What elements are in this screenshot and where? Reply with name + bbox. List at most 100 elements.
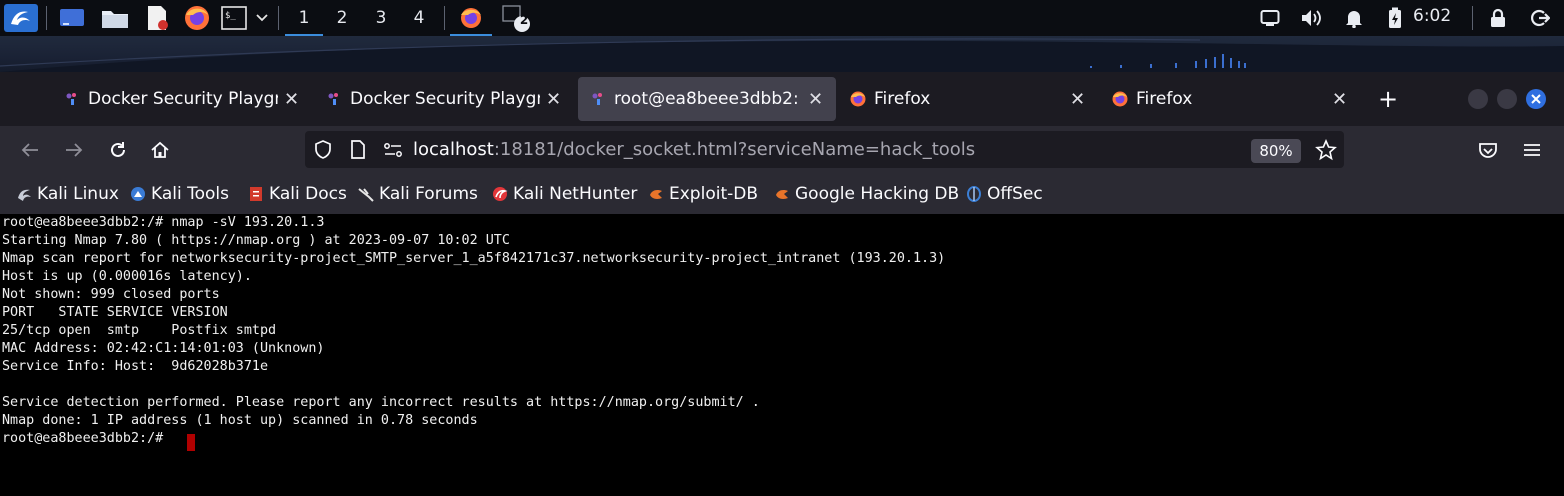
tab-docker-security-playground-2[interactable]: Docker Security Playground ✕ [320, 77, 572, 121]
bookmark-exploit-db[interactable]: Exploit-DB [648, 183, 758, 205]
close-tab-icon[interactable]: ✕ [1070, 89, 1085, 110]
workspace-1[interactable]: 1 [285, 0, 323, 36]
workspace-label: 2 [336, 8, 348, 28]
tracking-shield-icon[interactable] [314, 140, 332, 160]
panel-clock[interactable]: 6:02 [1413, 6, 1451, 26]
pocket-icon [1479, 143, 1497, 158]
bookmark-label: Kali Tools [151, 184, 229, 204]
kali-forums-icon [358, 188, 374, 202]
bookmark-label: Kali Linux [37, 184, 119, 204]
workspace-label: 3 [375, 8, 387, 28]
permissions-icon[interactable] [383, 142, 403, 158]
close-tab-icon[interactable]: ✕ [546, 89, 561, 110]
tab-label: Docker Security Playground [350, 89, 540, 109]
terminal-line: Service detection performed. Please repo… [2, 395, 760, 410]
panel-separator [1472, 6, 1473, 30]
offsec-icon [967, 186, 981, 202]
docker-icon [66, 93, 76, 105]
workspace-2[interactable]: 2 [323, 0, 361, 36]
zoom-level-button[interactable]: 80% [1251, 139, 1301, 163]
maximize-button[interactable] [1497, 89, 1517, 109]
notification-bell-icon[interactable] [1342, 4, 1366, 32]
tab-firefox-2[interactable]: Firefox ✕ [1104, 77, 1356, 121]
terminal-line: Nmap done: 1 IP address (1 host up) scan… [2, 413, 478, 428]
close-tab-icon[interactable]: ✕ [1332, 89, 1347, 110]
url-path: :18181/docker_socket.html?serviceName=ha… [493, 139, 976, 160]
terminal-line: root@ea8beee3dbb2:/# nmap -sV 193.20.1.3 [2, 215, 325, 230]
top-panel: $_ 1 2 3 4 2 6:02 [0, 0, 1564, 36]
bookmark-label: Google Hacking DB [795, 184, 960, 204]
reload-icon [111, 142, 125, 157]
firefox-icon [850, 91, 866, 107]
plus-icon: + [1377, 85, 1399, 113]
bookmark-label: Kali NetHunter [513, 184, 638, 204]
workspace-4[interactable]: 4 [400, 0, 438, 36]
file-manager-icon[interactable] [100, 4, 130, 32]
tab-label: Docker Security Playground [88, 89, 278, 109]
bookmark-label: Kali Docs [269, 184, 347, 204]
hamburger-menu-icon [1524, 144, 1540, 156]
web-terminal[interactable]: root@ea8beee3dbb2:/# nmap -sV 193.20.1.3… [0, 214, 1564, 496]
bookmark-offsec[interactable]: OffSec [966, 183, 1043, 205]
bookmark-star-icon[interactable] [1315, 139, 1337, 161]
firefox-window-icon[interactable] [450, 4, 492, 36]
terminal-count-badge: 2 [519, 13, 529, 27]
terminal-line: Host is up (0.000016s latency). [2, 269, 252, 284]
logout-icon[interactable] [1528, 4, 1552, 32]
tab-terminal-selected[interactable]: root@ea8beee3dbb2: / ✕ [578, 77, 836, 121]
url-text[interactable]: localhost:18181/docker_socket.html?servi… [413, 139, 975, 160]
lock-icon[interactable] [1487, 4, 1509, 32]
workspace-label: 4 [413, 8, 425, 28]
bookmark-kali-docs[interactable]: Kali Docs [248, 183, 347, 205]
bookmarks-toolbar: Kali Linux Kali Tools Kali Docs Kali For… [0, 174, 1564, 214]
home-button[interactable] [146, 136, 174, 164]
close-tab-icon[interactable]: ✕ [284, 89, 299, 110]
menu-button[interactable] [1518, 136, 1546, 164]
page-info-icon[interactable] [350, 140, 366, 160]
terminal-icon[interactable]: $_ [220, 4, 248, 32]
tab-label: Firefox [874, 89, 931, 109]
bookmark-label: Exploit-DB [669, 184, 758, 204]
text-editor-icon[interactable] [144, 4, 170, 32]
panel-separator [444, 6, 445, 30]
chevron-down-icon[interactable] [252, 4, 272, 32]
bookmark-label: Kali Forums [379, 184, 478, 204]
tab-docker-security-playground-1[interactable]: Docker Security Playground ✕ [58, 77, 306, 121]
bookmark-label: OffSec [987, 184, 1043, 204]
pocket-button[interactable] [1474, 136, 1502, 164]
desktop-background [0, 36, 1564, 72]
navigation-toolbar: localhost:18181/docker_socket.html?servi… [0, 126, 1564, 174]
kali-icon [18, 189, 31, 201]
bookmark-kali-forums[interactable]: Kali Forums [358, 183, 478, 205]
bookmark-kali-nethunter[interactable]: Kali NetHunter [492, 183, 637, 205]
bookmark-kali-linux[interactable]: Kali Linux [16, 183, 119, 205]
close-tab-icon[interactable]: ✕ [808, 89, 823, 110]
zoom-label: 80% [1259, 142, 1293, 160]
battery-icon[interactable] [1385, 4, 1405, 32]
tab-strip: Docker Security Playground ✕ Docker Secu… [0, 72, 1564, 126]
terminal-line: Starting Nmap 7.80 ( https://nmap.org ) … [2, 233, 510, 248]
minimize-button[interactable] [1468, 89, 1488, 109]
panel-separator [278, 6, 279, 30]
back-button[interactable] [16, 136, 44, 164]
address-bar[interactable]: localhost:18181/docker_socket.html?servi… [305, 131, 1344, 168]
terminal-window-icon[interactable]: 2 [500, 4, 534, 32]
new-tab-button[interactable]: + [1376, 77, 1400, 121]
forward-arrow-icon [66, 143, 83, 157]
desktop-icon[interactable] [58, 4, 86, 32]
tab-firefox-1[interactable]: Firefox ✕ [842, 77, 1094, 121]
kali-menu-icon[interactable] [4, 4, 38, 32]
workspace-3[interactable]: 3 [362, 0, 400, 36]
display-icon[interactable] [1258, 4, 1282, 32]
forward-button[interactable] [60, 136, 88, 164]
close-icon [1531, 94, 1541, 104]
terminal-prompt[interactable]: root@ea8beee3dbb2:/# [2, 430, 171, 448]
exploit-db-icon [650, 190, 662, 199]
bookmark-google-hacking-db[interactable]: Google Hacking DB [774, 183, 959, 205]
reload-button[interactable] [104, 136, 132, 164]
docker-icon [592, 93, 602, 105]
close-window-button[interactable] [1526, 89, 1546, 109]
volume-icon[interactable] [1299, 4, 1325, 32]
firefox-icon[interactable] [183, 4, 211, 32]
bookmark-kali-tools[interactable]: Kali Tools [130, 183, 229, 205]
